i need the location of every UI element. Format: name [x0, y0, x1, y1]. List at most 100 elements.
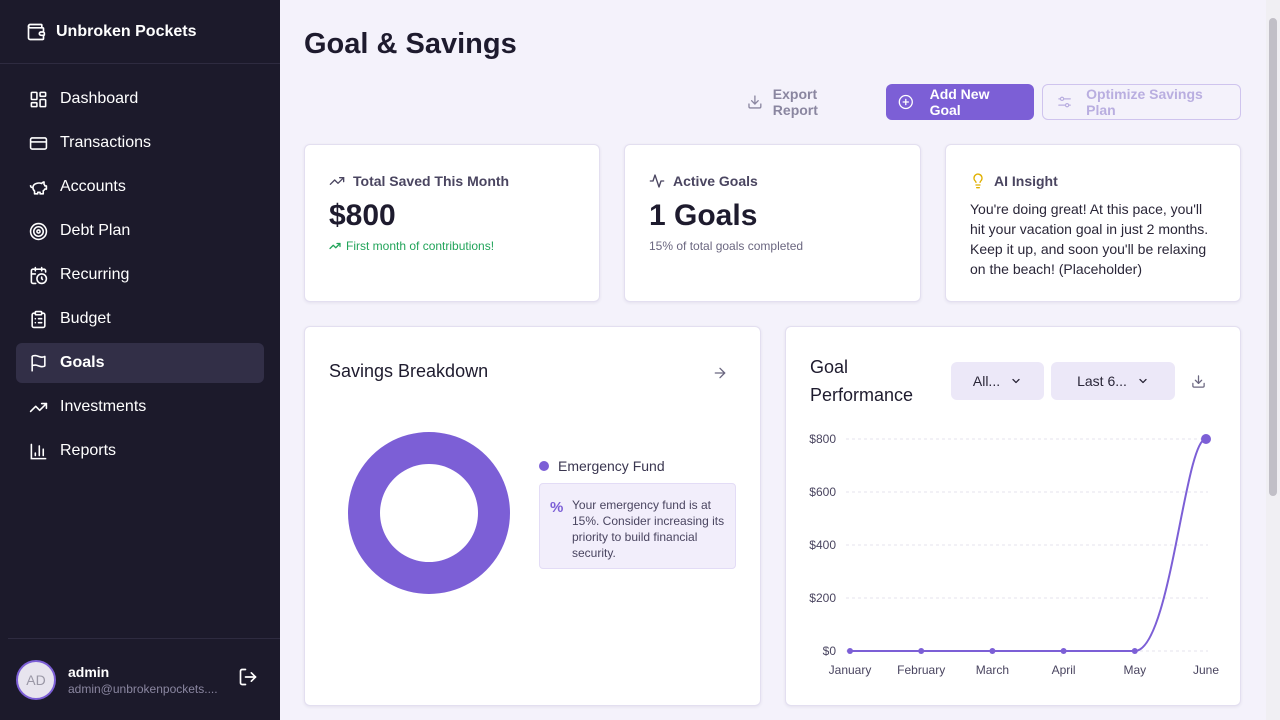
donut-legend-item: Emergency Fund — [539, 458, 665, 474]
y-tick-label: $0 — [823, 644, 837, 658]
add-new-goal-label: Add New Goal — [929, 86, 990, 118]
sidebar-nav: Dashboard Transactions Accounts Debt Pla… — [0, 64, 280, 471]
plus-circle-icon — [898, 94, 913, 110]
user-info: admin admin@unbrokenpockets.... — [68, 664, 226, 696]
lightbulb-icon — [973, 173, 983, 189]
credit-card-icon — [28, 133, 48, 153]
goal-performance-title-line-1: Goal — [810, 357, 849, 377]
goal-performance-title: Goal Performance — [810, 353, 913, 409]
wallet-icon — [27, 23, 46, 40]
total-saved-sub: First month of contributions! — [329, 239, 575, 253]
export-report-button[interactable]: Export Report — [732, 84, 878, 120]
sidebar-item-label: Recurring — [60, 266, 130, 283]
flag-icon — [28, 353, 48, 373]
sidebar-item-budget[interactable]: Budget — [16, 299, 264, 339]
sidebar-item-label: Dashboard — [60, 90, 139, 107]
optimize-savings-plan-label: Optimize Savings Plan — [1086, 86, 1203, 118]
emergency-fund-tip: % Your emergency fund is at 15%. Conside… — [539, 483, 736, 569]
user-email: admin@unbrokenpockets.... — [68, 681, 218, 696]
trending-up-icon — [329, 242, 341, 250]
data-point — [989, 648, 996, 654]
savings-donut-chart — [347, 432, 510, 594]
active-goals-sub: 15% of total goals completed — [649, 239, 804, 253]
sidebar-item-goals[interactable]: Goals — [16, 343, 264, 383]
user-name: admin — [68, 663, 110, 680]
goal-filter-value: All... — [972, 373, 1001, 389]
toolbar: Export Report Add New Goal Optimize Savi… — [732, 84, 1241, 120]
goal-filter-select[interactable]: All... — [951, 362, 1044, 400]
scrollbar-thumb[interactable] — [1269, 18, 1277, 496]
bar-chart-icon — [28, 441, 48, 461]
y-tick-label: $400 — [809, 538, 836, 552]
data-point — [1060, 648, 1067, 654]
download-icon — [748, 95, 762, 109]
x-tick-label: June — [1193, 663, 1219, 677]
chevron-down-icon — [1139, 378, 1147, 384]
sidebar-item-transactions[interactable]: Transactions — [16, 123, 264, 163]
total-saved-label: Total Saved This Month — [353, 173, 510, 189]
sliders-icon — [1058, 96, 1071, 108]
emergency-fund-tip-text: Your emergency fund is at 15%. Consider … — [572, 498, 725, 560]
ai-insight-header: AI Insight — [970, 173, 1216, 189]
logout-icon[interactable] — [238, 667, 258, 687]
total-saved-card: Total Saved This Month $800 First month … — [304, 144, 600, 302]
sidebar-item-label: Transactions — [60, 134, 151, 151]
data-point — [847, 648, 853, 654]
active-goals-header: Active Goals — [649, 173, 896, 189]
clipboard-list-icon — [28, 309, 48, 329]
x-tick-label: April — [1052, 663, 1076, 677]
sidebar: Unbroken Pockets Dashboard Transactions … — [0, 0, 280, 720]
sidebar-item-dashboard[interactable]: Dashboard — [16, 79, 264, 119]
trending-up-icon — [329, 177, 345, 185]
sidebar-item-recurring[interactable]: Recurring — [16, 255, 264, 295]
sidebar-item-investments[interactable]: Investments — [16, 387, 264, 427]
legend-label: Emergency Fund — [558, 458, 665, 474]
legend-swatch — [539, 461, 549, 471]
sidebar-item-debt-plan[interactable]: Debt Plan — [16, 211, 264, 251]
total-saved-value: $800 — [329, 199, 396, 232]
percent-icon: % — [550, 499, 564, 516]
optimize-savings-plan-button[interactable]: Optimize Savings Plan — [1042, 84, 1241, 120]
avatar[interactable]: AD — [16, 659, 56, 700]
data-point — [1201, 434, 1211, 444]
y-tick-label: $800 — [809, 432, 836, 446]
activity-icon — [649, 174, 665, 188]
page-title: Goal & Savings — [304, 28, 517, 60]
active-goals-value: 1 Goals — [649, 199, 758, 232]
time-range-value: Last 6... — [1077, 373, 1127, 389]
ai-insight-card: AI Insight You're doing great! At this p… — [945, 144, 1241, 302]
sidebar-item-accounts[interactable]: Accounts — [16, 167, 264, 207]
sidebar-item-reports[interactable]: Reports — [16, 431, 264, 471]
dashboard-icon — [28, 89, 48, 109]
x-tick-label: February — [897, 663, 945, 677]
page-scrollbar[interactable] — [1266, 0, 1280, 720]
app-name: Unbroken Pockets — [56, 22, 197, 40]
export-report-label: Export Report — [772, 86, 818, 118]
brand[interactable]: Unbroken Pockets — [0, 0, 280, 64]
chevron-down-icon — [1012, 378, 1020, 384]
total-saved-sub-text: First month of contributions! — [346, 239, 495, 253]
active-goals-label: Active Goals — [673, 173, 758, 189]
goal-performance-card: Goal Performance All... Last 6... $0 $200… — [785, 326, 1241, 706]
total-saved-header: Total Saved This Month — [329, 173, 575, 189]
goal-performance-title-line-2: Performance — [810, 385, 914, 405]
x-tick-label: January — [829, 663, 872, 677]
savings-breakdown-card: Savings Breakdown Emergency Fund % Your … — [304, 326, 761, 706]
time-range-select[interactable]: Last 6... — [1051, 362, 1175, 400]
user-profile: AD admin admin@unbrokenpockets.... — [8, 638, 280, 720]
sidebar-item-label: Goals — [60, 354, 105, 371]
sidebar-item-label: Accounts — [60, 178, 126, 195]
target-icon — [28, 221, 48, 241]
arrow-right-icon[interactable] — [712, 365, 728, 381]
sidebar-item-label: Budget — [60, 310, 111, 327]
sidebar-item-label: Reports — [60, 442, 117, 459]
y-tick-label: $200 — [809, 591, 836, 605]
savings-breakdown-title: Savings Breakdown — [329, 361, 489, 381]
ai-insight-label: AI Insight — [994, 173, 1058, 189]
x-tick-label: March — [976, 663, 1009, 677]
add-new-goal-button[interactable]: Add New Goal — [886, 84, 1034, 120]
data-point — [918, 648, 925, 654]
download-icon[interactable] — [1191, 374, 1206, 389]
piggy-bank-icon — [28, 177, 48, 197]
trending-up-icon — [28, 397, 48, 417]
